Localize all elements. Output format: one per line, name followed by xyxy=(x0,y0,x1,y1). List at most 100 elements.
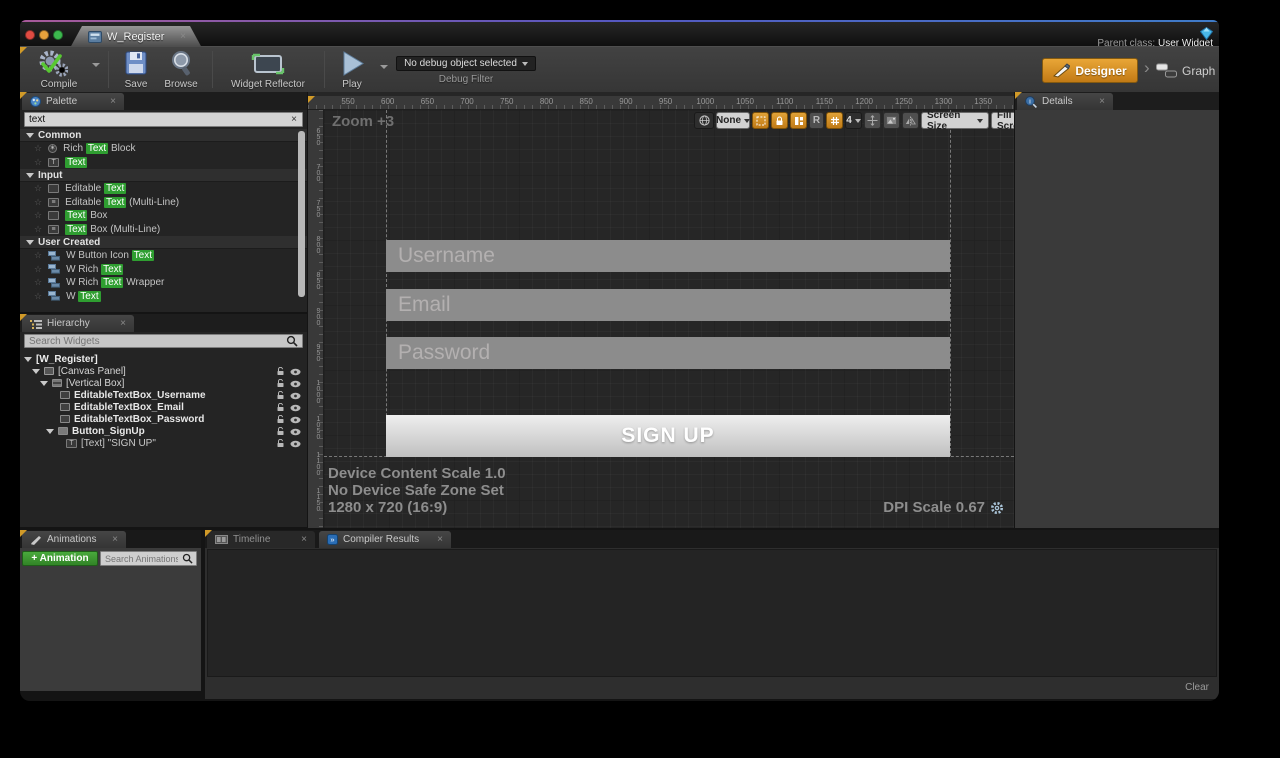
eye-visibility-icon[interactable] xyxy=(290,368,301,376)
palette-item[interactable]: ☆≡Text Box (Multi-Line) xyxy=(20,223,307,237)
favorite-star-icon[interactable]: ☆ xyxy=(34,292,42,301)
favorite-star-icon[interactable]: ☆ xyxy=(34,265,42,274)
preview-email-textbox[interactable]: Email xyxy=(386,289,950,321)
eye-visibility-icon[interactable] xyxy=(290,440,301,448)
favorite-star-icon[interactable]: ☆ xyxy=(34,144,42,153)
asset-tab-close-icon[interactable]: × xyxy=(180,32,186,42)
tree-row-vertical-box[interactable]: [Vertical Box] xyxy=(40,377,124,389)
animations-search-input[interactable] xyxy=(101,554,182,564)
compiler-log-output[interactable] xyxy=(207,549,1217,677)
tree-row-canvas-panel[interactable]: [Canvas Panel] xyxy=(32,365,126,377)
fill-screen-dropdown[interactable]: Fill Screen xyxy=(991,112,1014,129)
favorite-star-icon[interactable]: ☆ xyxy=(34,184,42,193)
localization-preview-button[interactable] xyxy=(694,112,714,129)
preview-signup-button[interactable]: SIGN UP xyxy=(386,415,950,457)
timeline-tab-close-icon[interactable]: × xyxy=(301,535,307,545)
close-window-button[interactable] xyxy=(25,30,35,40)
eye-visibility-icon[interactable] xyxy=(290,392,301,400)
tree-row-editabletextbox-username[interactable]: EditableTextBox_Username xyxy=(60,389,206,401)
flip-preview-button[interactable] xyxy=(902,112,919,129)
expand-arrow-icon[interactable] xyxy=(24,357,32,362)
snap-to-grid-button[interactable] xyxy=(790,112,807,129)
palette-section-input[interactable]: Input xyxy=(20,169,307,182)
palette-item[interactable]: ☆Text Box xyxy=(20,209,307,223)
preview-background-button[interactable] xyxy=(883,112,900,129)
tree-row-editabletextbox-password[interactable]: EditableTextBox_Password xyxy=(60,413,204,425)
tab-compiler-results[interactable]: » Compiler Results × xyxy=(319,531,451,548)
tree-row-text-signup[interactable]: T[Text] "SIGN UP" xyxy=(66,437,156,449)
expand-arrow-icon[interactable] xyxy=(40,381,48,386)
tab-details[interactable]: i Details × xyxy=(1017,93,1113,110)
dpi-scale-control[interactable]: DPI Scale 0.67 xyxy=(883,499,1004,516)
palette-item[interactable]: ☆✶Rich Text Block xyxy=(20,142,307,156)
maximize-window-button[interactable] xyxy=(53,30,63,40)
tab-animations[interactable]: Animations × xyxy=(22,531,126,548)
toggle-outlines-button[interactable] xyxy=(752,112,769,129)
preview-username-textbox[interactable]: Username xyxy=(386,240,950,272)
unlock-icon[interactable] xyxy=(276,403,285,412)
palette-item[interactable]: ☆W Text xyxy=(20,290,307,304)
designer-mode-button[interactable]: Designer xyxy=(1042,58,1138,83)
palette-item[interactable]: ☆≡Editable Text (Multi-Line) xyxy=(20,196,307,210)
palette-item[interactable]: ☆TText xyxy=(20,156,307,170)
unlock-icon[interactable] xyxy=(276,427,285,436)
compile-options-caret-icon[interactable] xyxy=(92,63,100,67)
favorite-star-icon[interactable]: ☆ xyxy=(34,158,42,167)
minimize-window-button[interactable] xyxy=(39,30,49,40)
respect-locks-button[interactable]: R xyxy=(809,112,824,129)
favorite-star-icon[interactable]: ☆ xyxy=(34,211,42,220)
palette-item[interactable]: ☆W Button Icon Text xyxy=(20,249,307,263)
add-animation-button[interactable]: + Animation xyxy=(22,551,98,566)
eye-visibility-icon[interactable] xyxy=(290,380,301,388)
palette-item[interactable]: ☆W Rich Text xyxy=(20,263,307,277)
expand-arrow-icon[interactable] xyxy=(32,369,40,374)
details-tab-close-icon[interactable]: × xyxy=(1099,97,1105,107)
animations-tab-close-icon[interactable]: × xyxy=(112,535,118,545)
hierarchy-search-input[interactable] xyxy=(25,336,286,347)
play-options-caret-icon[interactable] xyxy=(380,65,388,69)
palette-search-input[interactable] xyxy=(25,114,286,125)
lock-widgets-button[interactable] xyxy=(771,112,788,129)
tab-palette[interactable]: Palette × xyxy=(22,93,124,110)
grid-snap-button[interactable] xyxy=(826,112,843,129)
eye-visibility-icon[interactable] xyxy=(290,404,301,412)
screen-size-dropdown[interactable]: Screen Size xyxy=(921,112,989,129)
debug-object-dropdown[interactable]: No debug object selected xyxy=(396,56,536,71)
palette-section-user-created[interactable]: User Created xyxy=(20,236,307,249)
palette-tab-close-icon[interactable]: × xyxy=(110,97,116,107)
tab-hierarchy[interactable]: Hierarchy × xyxy=(22,315,134,332)
palette-item[interactable]: ☆W Rich Text Wrapper xyxy=(20,276,307,290)
unlock-icon[interactable] xyxy=(276,391,285,400)
transform-mode-button[interactable] xyxy=(864,112,881,129)
tree-row-w-register[interactable]: [W_Register] xyxy=(24,353,98,365)
unlock-icon[interactable] xyxy=(276,415,285,424)
eye-visibility-icon[interactable] xyxy=(290,428,301,436)
palette-item[interactable]: ☆Editable Text xyxy=(20,182,307,196)
clear-log-button[interactable]: Clear xyxy=(1185,682,1209,693)
dpi-settings-gear-icon[interactable] xyxy=(990,501,1004,515)
browse-button[interactable]: Browse xyxy=(158,50,204,90)
grid-size-dropdown[interactable]: 4 xyxy=(845,112,862,129)
asset-tab-w-register[interactable]: W_Register × xyxy=(70,26,202,48)
unlock-icon[interactable] xyxy=(276,379,285,388)
favorite-star-icon[interactable]: ☆ xyxy=(34,225,42,234)
hierarchy-search[interactable] xyxy=(24,334,303,348)
flag-dropdown[interactable]: None xyxy=(716,112,750,129)
design-viewport[interactable]: Zoom +3 Username Email Password SIGN UP … xyxy=(324,110,1014,528)
clear-search-icon[interactable]: × xyxy=(286,115,302,125)
favorite-star-icon[interactable]: ☆ xyxy=(34,278,42,287)
unlock-icon[interactable] xyxy=(276,439,285,448)
animations-search[interactable] xyxy=(100,551,197,566)
unlock-icon[interactable] xyxy=(276,367,285,376)
tree-row-button-signup[interactable]: Button_SignUp xyxy=(46,425,145,437)
preview-password-textbox[interactable]: Password xyxy=(386,337,950,369)
compile-button[interactable]: Compile xyxy=(30,50,88,90)
graph-mode-button[interactable]: Graph xyxy=(1156,60,1216,82)
save-button[interactable]: Save xyxy=(116,50,156,90)
expand-arrow-icon[interactable] xyxy=(46,429,54,434)
favorite-star-icon[interactable]: ☆ xyxy=(34,251,42,260)
palette-scrollbar[interactable] xyxy=(298,131,305,297)
palette-section-common[interactable]: Common xyxy=(20,129,307,142)
palette-search[interactable]: × xyxy=(24,112,303,127)
tab-timeline[interactable]: Timeline × xyxy=(207,531,315,548)
